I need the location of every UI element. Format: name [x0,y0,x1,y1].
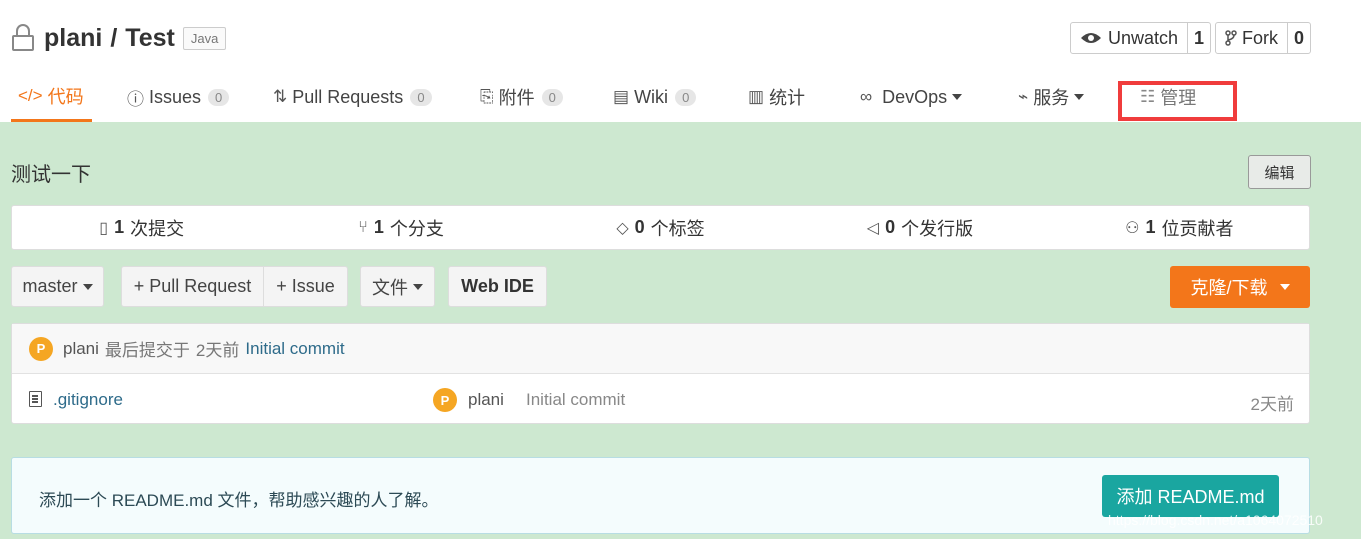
fork-count[interactable]: 0 [1288,23,1310,53]
tab-count: 0 [675,88,697,106]
file-menu-button[interactable]: 文件 [360,266,435,307]
commit-time: 2天前 [195,341,240,360]
stat-contributors[interactable]: ⚇ 1 位贡献者 [1050,206,1309,249]
tab-count: 0 [208,88,230,106]
chevron-down-icon [413,283,423,290]
stat-count: 1 [373,217,384,237]
chevron-down-icon [82,283,93,290]
stat-branches[interactable]: ⑂ 1 个分支 [271,206,530,249]
stat-count: 1 [1145,217,1156,237]
infinity-icon: ∞ [860,87,873,106]
tab-label: Wiki [634,86,669,107]
tab-services[interactable]: ⌁ 服务 [1018,72,1085,122]
stat-label: 个发行版 [901,218,974,239]
highlight-box [1118,81,1237,121]
commit-author[interactable]: plani [63,339,99,359]
pull-request-icon: ⇅ [273,87,288,106]
stat-releases[interactable]: ◁ 0 个发行版 [790,206,1049,249]
tab-label: 附件 [498,88,535,108]
tab-label: Pull Requests [292,86,404,107]
clone-download-button[interactable]: 克隆/下载 [1170,266,1310,308]
add-readme-button[interactable]: 添加 README.md [1102,475,1279,517]
tab-issues[interactable]: ⓘ Issues 0 [127,72,230,122]
send-icon: ◁ [866,219,880,237]
edit-button[interactable]: 编辑 [1248,155,1311,189]
fork-button-group: Fork 0 [1215,22,1312,54]
new-pull-request-button[interactable]: + Pull Request [121,266,264,307]
book-icon: ▤ [613,87,630,106]
tab-attachments[interactable]: ⎘ 附件 0 [480,72,563,122]
chevron-down-icon [1279,284,1290,290]
repo-stats: ▯ 1 次提交 ⑂ 1 个分支 ◇ 0 个标签 ◁ 0 个发行版 ⚇ 1 位贡献… [11,205,1310,250]
stat-label: 次提交 [130,218,185,239]
issue-icon: ⓘ [127,89,144,109]
tab-label: 服务 [1033,88,1070,108]
repo-separator: / [110,23,118,52]
tab-wiki[interactable]: ▤ Wiki 0 [613,72,697,122]
fork-icon [1225,30,1237,46]
commit-prefix: 最后提交于 [104,341,190,360]
watch-button-group: Unwatch 1 [1070,22,1212,54]
tab-devops[interactable]: ∞ DevOps [860,72,963,122]
stat-commits[interactable]: ▯ 1 次提交 [12,206,271,249]
file-commit-time: 2天前 [1250,395,1294,414]
tab-label: 统计 [769,88,806,108]
file-commit-message[interactable]: Initial commit [526,390,625,410]
contributors-icon: ⚇ [1125,219,1140,237]
pulse-icon: ⌁ [1018,87,1029,106]
stat-label: 个分支 [389,218,444,239]
stat-count: 0 [885,217,896,237]
stat-count: 0 [634,217,645,237]
clone-label: 克隆/下载 [1190,278,1268,298]
branch-select[interactable]: master [11,266,104,307]
stat-count: 1 [114,217,125,237]
tab-count: 0 [410,88,432,106]
watermark: https://blog.csdn.net/a1064072510 [1108,512,1323,528]
tab-label: Issues [149,86,202,107]
tab-code[interactable]: </> 代码 [11,72,92,122]
chevron-down-icon [952,94,963,100]
last-commit-row: P plani 最后提交于 2天前 Initial commit [12,324,1309,374]
tab-label: 代码 [47,86,84,107]
file-commit-author[interactable]: plani [468,390,504,410]
stat-label: 位贡献者 [1161,218,1234,239]
lock-icon [12,24,34,52]
file-menu-label: 文件 [372,277,408,298]
chevron-down-icon [1074,94,1085,100]
web-ide-button[interactable]: Web IDE [448,266,547,307]
fork-label: Fork [1242,27,1278,48]
tab-count: 0 [541,88,563,106]
file-icon [29,391,42,407]
repo-owner[interactable]: plani [44,24,102,53]
code-icon: </> [18,85,43,105]
watch-count[interactable]: 1 [1188,23,1210,53]
watch-button[interactable]: Unwatch [1071,23,1189,53]
tab-pull-requests[interactable]: ⇅ Pull Requests 0 [273,72,432,122]
paperclip-icon: ⎘ [480,87,494,106]
language-badge: Java [182,26,227,50]
file-name[interactable]: .gitignore [53,390,123,410]
stat-label: 个标签 [650,218,705,239]
repo-title: plani / Test Java [12,20,227,56]
bar-chart-icon: ▥ [748,87,765,106]
new-issue-button[interactable]: + Issue [263,266,348,307]
commit-message[interactable]: Initial commit [245,339,344,359]
repo-description: 测试一下 [11,162,91,186]
avatar[interactable]: P [433,388,457,412]
fork-button[interactable]: Fork [1216,23,1288,53]
file-list: P plani 最后提交于 2天前 Initial commit .gitign… [11,323,1310,424]
watch-label: Unwatch [1108,27,1179,48]
eye-icon [1081,33,1101,43]
branch-icon: ⑂ [358,218,368,236]
tag-icon: ◇ [616,219,629,237]
avatar[interactable]: P [29,336,53,361]
list-item: .gitignore P plani Initial commit 2天前 [12,375,1309,425]
tab-label: DevOps [882,86,948,107]
branch-label: master [22,276,78,296]
stat-tags[interactable]: ◇ 0 个标签 [531,206,790,249]
repo-name[interactable]: Test [125,24,175,53]
commit-doc-icon: ▯ [99,219,109,237]
tab-stats[interactable]: ▥ 统计 [748,72,805,122]
readme-prompt-text: 添加一个 README.md 文件，帮助感兴趣的人了解。 [39,491,439,510]
